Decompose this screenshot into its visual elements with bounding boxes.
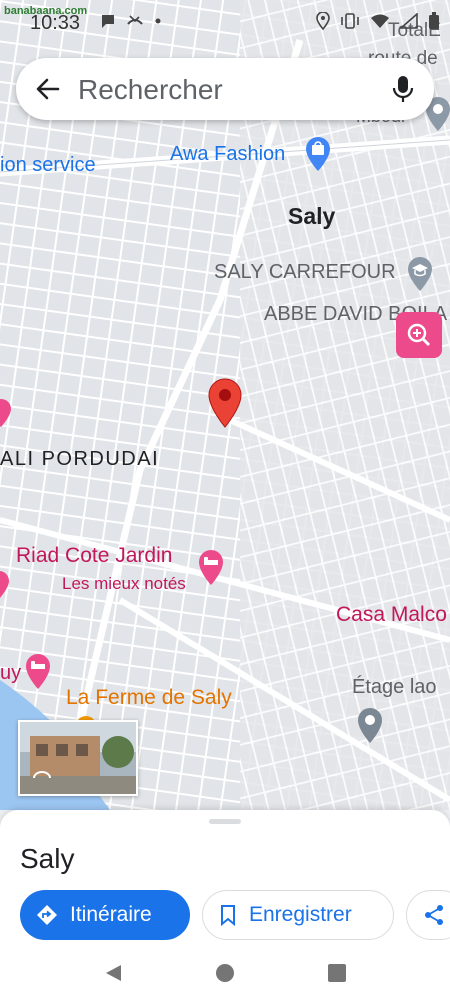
place-label-la-ferme-de-saly[interactable]: La Ferme de Saly bbox=[66, 686, 232, 710]
hotel-icon-uy[interactable] bbox=[24, 652, 52, 690]
shopping-bag-icon[interactable] bbox=[304, 136, 332, 172]
nav-back-icon[interactable] bbox=[103, 963, 123, 983]
share-button[interactable] bbox=[406, 890, 450, 940]
missed-call-icon bbox=[127, 15, 143, 25]
chat-icon bbox=[102, 15, 114, 28]
bookmark-icon bbox=[221, 905, 235, 926]
dot-icon bbox=[155, 18, 161, 24]
map-label-ion-service: ion service bbox=[0, 154, 96, 176]
signal-icon bbox=[400, 13, 418, 29]
zoom-in-button[interactable] bbox=[396, 312, 442, 358]
street-view-thumbnail[interactable] bbox=[18, 720, 138, 796]
hotel-pin-icon[interactable] bbox=[0, 398, 12, 428]
search-placeholder[interactable]: Rechercher bbox=[78, 74, 223, 106]
nav-home-icon[interactable] bbox=[215, 963, 235, 983]
sheet-drag-handle[interactable] bbox=[209, 819, 241, 824]
directions-icon bbox=[37, 905, 57, 925]
directions-label: Itinéraire bbox=[70, 903, 152, 926]
selected-location-pin-icon[interactable] bbox=[206, 378, 244, 428]
location-pin-icon-etage[interactable] bbox=[356, 706, 384, 744]
hotel-pin-icon-left[interactable] bbox=[0, 570, 10, 600]
back-arrow-icon[interactable] bbox=[34, 75, 62, 103]
place-label-awa-fashion[interactable]: Awa Fashion bbox=[170, 143, 285, 166]
place-title: Saly bbox=[20, 843, 75, 874]
map-label-saly: Saly bbox=[288, 203, 336, 229]
search-bar[interactable]: Rechercher bbox=[16, 58, 434, 120]
place-label-riad-cote-jardin[interactable]: Riad Cote Jardin bbox=[16, 544, 172, 568]
battery-icon bbox=[429, 12, 439, 29]
zoom-in-icon bbox=[407, 323, 431, 347]
place-label-saly-carrefour[interactable]: SALY CARREFOUR bbox=[214, 261, 396, 284]
map-label-ali-pordudai: ALI PORDUDAI bbox=[0, 448, 160, 470]
place-label-casa-malco[interactable]: Casa Malco bbox=[336, 603, 447, 627]
status-time: 10:33 bbox=[30, 12, 81, 34]
directions-button[interactable]: Itinéraire bbox=[20, 890, 190, 940]
save-button[interactable]: Enregistrer bbox=[202, 890, 394, 940]
location-status-icon bbox=[316, 12, 330, 30]
map-label-uy: uy bbox=[0, 662, 22, 684]
map-label-etage: Étage lao bbox=[352, 676, 437, 698]
share-icon bbox=[425, 905, 443, 925]
place-bottom-sheet[interactable]: Saly Itinéraire Enregistrer bbox=[0, 810, 450, 1000]
android-nav-bar bbox=[0, 945, 450, 1000]
vibrate-icon bbox=[341, 13, 359, 29]
save-label: Enregistrer bbox=[249, 903, 352, 926]
school-icon[interactable] bbox=[406, 256, 434, 292]
hotel-icon[interactable] bbox=[197, 548, 225, 586]
map-view[interactable]: TotalE route de Mbour ion service Awa Fa… bbox=[0, 0, 450, 810]
street-view-photo bbox=[20, 722, 136, 794]
status-bar: banabaana.com 10:33 bbox=[0, 0, 450, 44]
nav-recents-icon[interactable] bbox=[327, 963, 347, 983]
microphone-icon[interactable] bbox=[392, 75, 414, 103]
wifi-icon bbox=[371, 14, 389, 28]
place-sublabel-top-rated: Les mieux notés bbox=[62, 574, 186, 593]
